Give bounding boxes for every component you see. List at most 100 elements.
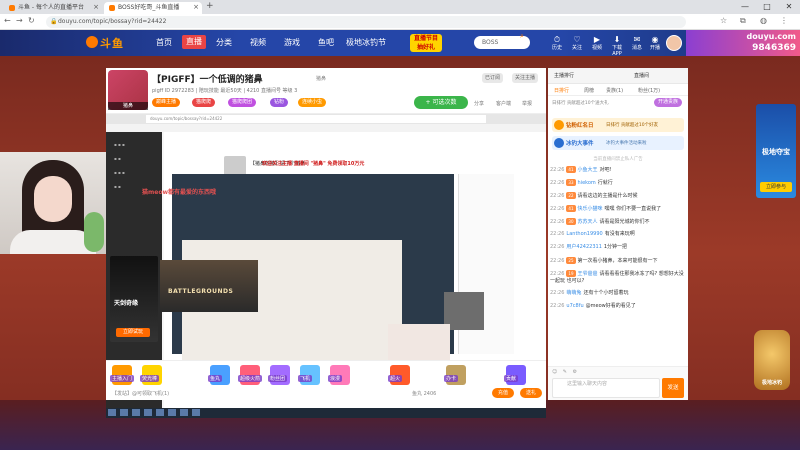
event-banner-1[interactable]: 钻粉红名日 日排行 贡献超过10个好友 xyxy=(552,118,684,132)
message-username[interactable]: hiekom xyxy=(578,180,596,186)
event-sub: 冰钓大事件活动来啦 xyxy=(606,141,647,146)
message-text: 有没有来玩啊 xyxy=(604,231,635,237)
follow-button[interactable]: + 可选次数 xyxy=(414,96,468,109)
nav-home[interactable]: 首页 xyxy=(156,37,172,48)
chat-list[interactable]: 22:26 41 小鱼大王 对吧! 22:26 33 hiekom 行就行 22:26 22 请看这… xyxy=(548,164,688,378)
header-history[interactable]: ⏱ 历史 xyxy=(548,35,566,51)
message-username[interactable]: 萌萌兔 xyxy=(566,290,581,296)
subscribed-button[interactable]: 已订阅 xyxy=(482,73,504,83)
room-title: 【PIGFF】一个低调的猪鼻 xyxy=(152,75,263,85)
tab-label: 斗鱼 - 每个人的直播平台 xyxy=(18,4,84,11)
badge[interactable]: 巅峰主播 xyxy=(152,98,181,107)
douyu-favicon-icon xyxy=(9,4,15,11)
gift-label: 荧光棒 xyxy=(140,375,160,382)
gift-label: 超级火箭 xyxy=(238,375,263,382)
tab-day-rank[interactable]: 日排行 xyxy=(554,87,569,94)
browser-tab-1[interactable]: 斗鱼 - 每个人的直播平台 × xyxy=(4,2,102,14)
reload-icon[interactable]: ↻ xyxy=(28,16,35,25)
nested-url: douyu.com/topic/bossay?rid=24422 xyxy=(146,115,486,123)
contrib-row: 日排行 贡献超过10个送大礼 开通贵族 xyxy=(548,96,688,110)
close-icon[interactable]: × xyxy=(193,2,199,12)
tab-fans[interactable]: 粉丝(1万) xyxy=(638,87,660,94)
message-username[interactable]: 王爷爸爸 xyxy=(578,271,598,277)
message-username[interactable]: Lanthon19990 xyxy=(566,231,602,237)
recharge-button[interactable]: 充值 xyxy=(492,388,514,398)
minimize-button[interactable]: — xyxy=(734,0,756,14)
event-icon xyxy=(554,120,564,130)
maximize-button[interactable]: □ xyxy=(756,0,778,14)
open-noble-button[interactable]: 开通贵族 xyxy=(654,98,682,107)
anchor-avatar[interactable]: 猪鼻 xyxy=(108,70,148,110)
side-ad-button[interactable]: 立即参与 xyxy=(760,182,792,192)
promo-badge[interactable]: 直播节目 抽好礼 xyxy=(410,34,442,52)
client-button[interactable]: 客户端 xyxy=(496,100,511,107)
window-controls: — □ ✕ xyxy=(734,0,800,14)
message-username[interactable]: 苏苏天人 xyxy=(578,219,598,225)
forward-icon[interactable]: → xyxy=(16,16,23,25)
message-username[interactable]: u7c8fu xyxy=(566,303,583,309)
send-gift-button[interactable]: 送礼 xyxy=(520,388,542,398)
nav-games[interactable]: 游戏 xyxy=(284,37,300,48)
gift-label: 主播入门 xyxy=(110,375,135,382)
user-level-badge: 22 xyxy=(566,192,576,199)
header-follow[interactable]: ♡ 关注 xyxy=(568,35,586,51)
message-timestamp: 22:26 xyxy=(550,206,565,212)
gift-label: 办卡 xyxy=(444,375,459,382)
game-ad-card[interactable]: 天剑奇缘 立即试玩 xyxy=(110,256,158,342)
message-timestamp: 22:26 xyxy=(550,303,565,309)
chat-message: 22:26 u7c8fu @meow好看的看见了 xyxy=(550,303,684,310)
close-icon[interactable]: × xyxy=(93,2,99,12)
header-video[interactable]: ▶ 视频 xyxy=(588,35,606,51)
tab-noble[interactable]: 贵族(1) xyxy=(606,87,623,94)
nav-ice-fishing[interactable]: 极地冰钓节 xyxy=(346,37,386,48)
speak-link[interactable]: 【发站】@可领取飞机(1) xyxy=(112,390,169,397)
nav-category[interactable]: 分类 xyxy=(216,37,232,48)
back-icon[interactable]: ← xyxy=(4,16,11,25)
user-avatar[interactable] xyxy=(666,35,682,51)
close-window-button[interactable]: ✕ xyxy=(778,0,800,14)
message-username[interactable]: 快乐小猫咪 xyxy=(578,206,603,212)
extensions-icon[interactable]: ⧉ xyxy=(740,16,746,26)
gift-label: 飞机 xyxy=(298,375,313,382)
douyu-logo-icon[interactable] xyxy=(86,36,98,48)
chat-input[interactable]: 这里输入聊天内容 xyxy=(552,378,660,398)
side-ad[interactable]: 极地夺宝 立即参与 xyxy=(756,104,796,198)
tab-week-rank[interactable]: 周榜 xyxy=(584,87,594,94)
send-button[interactable]: 发送 xyxy=(662,378,684,398)
header-message[interactable]: ✉ 消息 xyxy=(628,35,646,51)
badge[interactable]: 猫爬爬团 xyxy=(228,98,257,107)
nav-live[interactable]: 直播 xyxy=(182,35,206,49)
user-level-badge: 30 xyxy=(566,218,576,225)
site-logo[interactable]: 斗鱼 xyxy=(100,35,124,51)
game-ad-button[interactable]: 立即试玩 xyxy=(116,328,150,337)
nav-video[interactable]: 视频 xyxy=(250,37,266,48)
report-button[interactable]: 举报 xyxy=(522,100,532,107)
message-username[interactable]: 用户42422311 xyxy=(566,244,601,250)
search-icon[interactable]: ⌕ xyxy=(520,32,524,41)
nav-yuba[interactable]: 鱼吧 xyxy=(318,37,334,48)
download-icon: ⬇ xyxy=(613,35,621,44)
room-category[interactable]: 猪鼻 xyxy=(316,75,326,82)
badge[interactable]: 钻粉 xyxy=(270,98,289,107)
event-banner-2[interactable]: 冰钓大事件 冰钓大事件活动来啦 xyxy=(552,136,684,150)
mascot-widget[interactable]: 极地冰钓 xyxy=(754,330,790,390)
follow-anchor-button[interactable]: 关注主播 xyxy=(512,73,539,83)
chat-message: 22:26 萌萌兔 还有十个小时留着玩 xyxy=(550,290,684,297)
profile-icon[interactable]: ◍ xyxy=(760,16,767,25)
new-tab-button[interactable]: + xyxy=(206,1,214,11)
header-ad-banner[interactable]: douyu.com 9846369 xyxy=(686,30,800,56)
header-download[interactable]: ⬇ 下载APP xyxy=(608,35,626,57)
message-username[interactable]: 小鱼大王 xyxy=(578,167,598,173)
badge[interactable]: 连续小虫 xyxy=(298,98,327,107)
menu-icon[interactable]: ⋮ xyxy=(780,16,788,25)
bookmark-star-icon[interactable]: ☆ xyxy=(720,16,727,25)
chat-tool-icons[interactable]: ☺ ✎ ⚙ xyxy=(552,369,579,375)
browser-tab-2[interactable]: BOSS好吃哥_斗鱼直播 × xyxy=(104,2,202,14)
url-field[interactable]: 🔒 douyu.com/topic/bossay?rid=24422 xyxy=(46,16,686,28)
tab-live-room[interactable]: 直播间 xyxy=(634,72,649,79)
share-button[interactable]: 分享 xyxy=(474,100,484,107)
badge[interactable]: 猫爬爬 xyxy=(192,98,216,107)
message-text: 还有十个小时留着玩 xyxy=(583,290,629,296)
header-golive[interactable]: ◉ 开播 xyxy=(646,35,664,51)
tab-anchor-rank[interactable]: 主播排行 xyxy=(554,72,574,79)
